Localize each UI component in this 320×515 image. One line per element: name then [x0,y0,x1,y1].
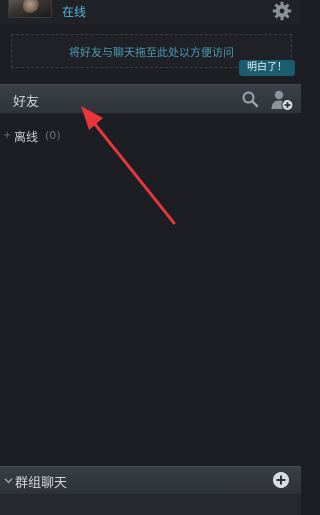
bottom-strip [0,494,301,515]
friends-header: 好友 [0,84,301,114]
plus-circle-icon[interactable] [272,471,290,489]
got-it-button[interactable]: 明白了！ [239,60,295,76]
gear-icon[interactable] [272,1,292,21]
chevron-down-icon[interactable] [4,476,13,485]
group-chat-header[interactable]: 群组聊天 [0,466,301,494]
expand-icon[interactable]: + [3,130,11,141]
annotation-arrow [81,106,176,225]
group-chat-title: 群组聊天 [15,476,68,491]
add-friend-icon[interactable] [270,88,294,112]
friends-title: 好友 [13,95,40,110]
offline-group[interactable]: + 离线 (0) [0,126,301,146]
header: 在线 [0,0,301,24]
offline-group-label: 离线 [14,130,39,144]
drop-zone-hint: 将好友与聊天拖至此处以方便访问 [69,46,234,59]
avatar[interactable] [8,0,52,18]
offline-group-count: (0) [45,129,61,142]
search-icon[interactable] [241,90,259,108]
status-label[interactable]: 在线 [62,3,86,20]
